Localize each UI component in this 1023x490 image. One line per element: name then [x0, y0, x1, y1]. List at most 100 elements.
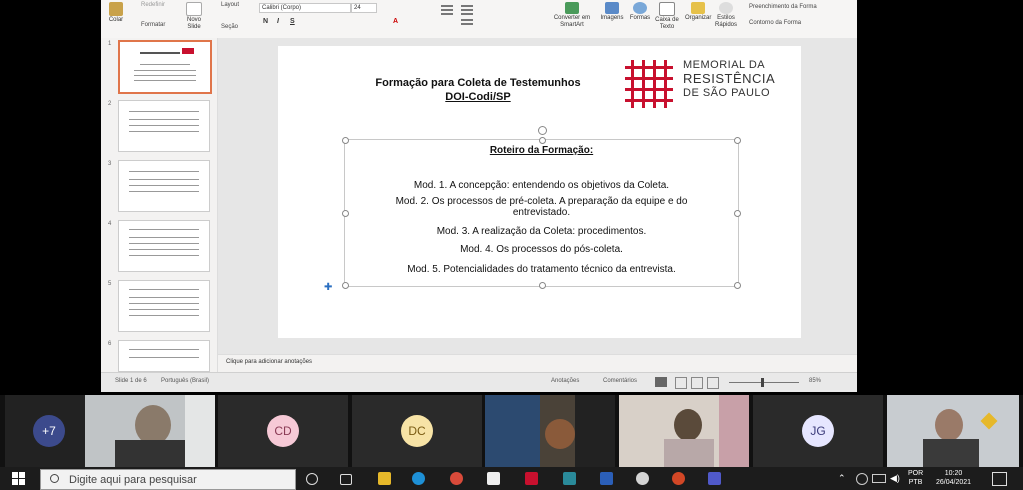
- notes-placeholder: Clique para adicionar anotações: [226, 359, 313, 365]
- slide-canvas: Formação para Coleta de Testemunhos DOI-…: [218, 38, 857, 354]
- store-icon[interactable]: [487, 472, 500, 485]
- slide-thumbnail-pane: 1 2 3 4 5 6: [101, 38, 218, 372]
- add-plus-icon[interactable]: ✚: [324, 282, 332, 293]
- zoom-level[interactable]: 85%: [809, 378, 821, 384]
- zoom-slider-thumb[interactable]: [761, 378, 764, 387]
- participant-video[interactable]: [85, 395, 215, 467]
- volume-icon[interactable]: ◀): [890, 473, 900, 484]
- notes-pane[interactable]: Clique para adicionar anotações: [218, 354, 857, 373]
- powerpoint-window: Colar Redefinir Formatar Novo Slide Layo…: [101, 0, 857, 392]
- powerpoint-icon[interactable]: [672, 472, 685, 485]
- arrange-button[interactable]: Organizar: [685, 2, 711, 22]
- textbox-button[interactable]: Caixa de Texto: [653, 2, 681, 31]
- battery-icon[interactable]: [872, 474, 886, 483]
- chrome-icon[interactable]: [450, 472, 463, 485]
- convert-smartart-button[interactable]: Converter em SmartArt: [553, 2, 591, 29]
- quick-styles-icon: [719, 2, 733, 14]
- participant-video[interactable]: [619, 395, 749, 467]
- slide-title[interactable]: Formação para Coleta de Testemunhos DOI-…: [338, 76, 618, 104]
- content-textbox[interactable]: Roteiro da Formação: Mod. 1. A concepção…: [342, 126, 741, 289]
- layout-button[interactable]: Layout: [221, 2, 239, 8]
- resize-handle[interactable]: [734, 282, 741, 289]
- memorial-logo-icon: [625, 60, 673, 108]
- windows-start-icon[interactable]: [12, 472, 25, 485]
- new-slide-button[interactable]: Novo Slide: [183, 2, 205, 31]
- chevron-up-icon[interactable]: ⌃: [838, 473, 846, 484]
- comments-toggle[interactable]: Comentários: [603, 378, 637, 384]
- font-size-select[interactable]: 24: [351, 3, 377, 13]
- teams-icon[interactable]: [708, 472, 721, 485]
- shape-fill-button[interactable]: Preenchimento da Forma: [749, 4, 817, 10]
- section-button[interactable]: Seção: [221, 24, 238, 30]
- netflix-icon[interactable]: [525, 472, 538, 485]
- notifications-icon[interactable]: [992, 472, 1007, 486]
- app-icon[interactable]: [563, 472, 576, 485]
- module-line: Mod. 4. Os processos do pós-coleta.: [460, 244, 623, 255]
- slide-thumbnail-3[interactable]: [118, 160, 210, 212]
- cortana-icon[interactable]: [306, 473, 318, 485]
- thumbnail-number: 2: [108, 101, 112, 107]
- participant-video[interactable]: [887, 395, 1019, 467]
- search-icon: [50, 474, 59, 483]
- taskbar-search-input[interactable]: Digite aqui para pesquisar: [40, 469, 296, 490]
- slide-thumbnail-4[interactable]: [118, 220, 210, 272]
- slideshow-icon[interactable]: [707, 377, 719, 389]
- language-indicator[interactable]: Português (Brasil): [161, 378, 209, 384]
- bold-button[interactable]: N: [263, 18, 268, 25]
- slide-thumbnail-1[interactable]: [118, 40, 212, 94]
- normal-view-icon[interactable]: [655, 377, 667, 387]
- module-line: Mod. 1. A concepção: entendendo os objet…: [413, 180, 670, 191]
- images-button[interactable]: Imagens: [599, 2, 625, 22]
- numbering-icon[interactable]: [461, 5, 473, 7]
- thumbnail-number: 5: [108, 281, 112, 287]
- slide-thumbnail-2[interactable]: [118, 100, 210, 152]
- word-icon[interactable]: [600, 472, 613, 485]
- zoom-slider[interactable]: [729, 382, 799, 383]
- participant-tile[interactable]: DC: [352, 395, 482, 467]
- participant-avatar: JG: [802, 415, 834, 447]
- participant-tile[interactable]: +7: [5, 395, 85, 467]
- resize-handle[interactable]: [539, 282, 546, 289]
- textbox-heading: Roteiro da Formação:: [489, 145, 594, 156]
- resize-handle[interactable]: [734, 137, 741, 144]
- resize-handle[interactable]: [539, 137, 546, 144]
- status-bar: Slide 1 de 6 Português (Brasil) Anotaçõe…: [101, 372, 857, 392]
- bullets-icon[interactable]: [441, 5, 453, 7]
- font-color-button[interactable]: A: [393, 18, 398, 25]
- participant-tile[interactable]: CD: [218, 395, 348, 467]
- app-icon[interactable]: [636, 472, 649, 485]
- system-clock[interactable]: 10:20 26/04/2021: [936, 469, 971, 487]
- network-icon[interactable]: [856, 473, 868, 485]
- slide-thumbnail-6[interactable]: [118, 340, 210, 372]
- rotate-handle-icon[interactable]: [538, 126, 547, 135]
- sorter-view-icon[interactable]: [675, 377, 687, 389]
- language-indicator[interactable]: POR PTB: [908, 469, 923, 487]
- align-center-icon[interactable]: [461, 19, 473, 21]
- notes-toggle[interactable]: Anotações: [551, 378, 579, 384]
- reset-button[interactable]: Redefinir: [141, 2, 165, 8]
- slide[interactable]: Formação para Coleta de Testemunhos DOI-…: [278, 46, 801, 338]
- edge-icon[interactable]: [412, 472, 425, 485]
- underline-button[interactable]: S: [290, 18, 295, 25]
- shape-outline-button[interactable]: Contorno da Forma: [749, 20, 801, 26]
- participant-tile[interactable]: JG: [753, 395, 883, 467]
- format-painter-button[interactable]: Formatar: [141, 22, 165, 28]
- file-explorer-icon[interactable]: [378, 472, 391, 485]
- task-view-icon[interactable]: [340, 474, 352, 485]
- quick-styles-button[interactable]: Estilos Rápidos: [713, 2, 739, 29]
- resize-handle[interactable]: [342, 137, 349, 144]
- font-name-select[interactable]: Calibri (Corpo): [259, 3, 351, 13]
- participant-avatar: DC: [401, 415, 433, 447]
- thumbnail-number: 3: [108, 161, 112, 167]
- slide-thumbnail-5[interactable]: [118, 280, 210, 332]
- slide-counter: Slide 1 de 6: [115, 378, 147, 384]
- italic-button[interactable]: I: [277, 18, 279, 25]
- participant-video[interactable]: [485, 395, 615, 467]
- thumbnail-number: 6: [108, 341, 112, 347]
- resize-handle[interactable]: [342, 282, 349, 289]
- shapes-icon: [633, 2, 647, 14]
- paste-button[interactable]: Colar: [107, 2, 125, 24]
- participant-avatar: +7: [33, 415, 65, 447]
- shapes-button[interactable]: Formas: [627, 2, 653, 22]
- reading-view-icon[interactable]: [691, 377, 703, 389]
